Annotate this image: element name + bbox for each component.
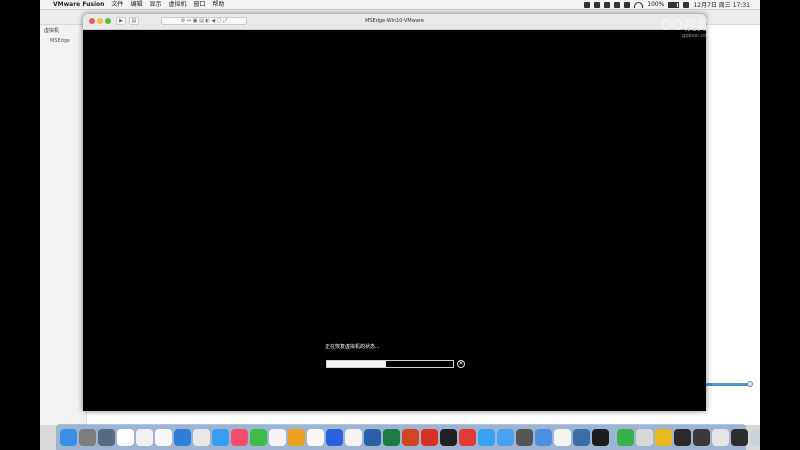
wifi-icon[interactable]	[634, 1, 644, 8]
launchpad-icon[interactable]	[98, 428, 115, 446]
menu-bar: VMware Fusion 文件 编辑 显示 虚拟机 窗口 帮助 100% 12…	[40, 0, 760, 10]
excel-icon[interactable]	[383, 428, 400, 446]
desktop-screen: VMware Fusion 文件 编辑 显示 虚拟机 窗口 帮助 100% 12…	[40, 0, 760, 450]
music-icon[interactable]	[231, 428, 248, 446]
watermark-text: OO视频	[661, 18, 712, 34]
menu-clock[interactable]: 12月7日 周三 17:31	[693, 0, 750, 9]
cloud-icon[interactable]	[345, 428, 362, 446]
menu-vm[interactable]: 虚拟机	[168, 0, 186, 9]
cancel-restore-button[interactable]: ✕	[457, 360, 465, 368]
restore-progress-bar	[326, 360, 454, 368]
safari-icon[interactable]	[174, 428, 191, 446]
battery-icon[interactable]	[668, 1, 680, 8]
restore-progress-fill	[327, 361, 387, 367]
preview-icon[interactable]	[712, 428, 729, 446]
calendar-icon[interactable]	[117, 428, 134, 446]
menu-window[interactable]: 窗口	[193, 0, 205, 9]
vm-display[interactable]: 正在恢复虚拟机的状态... ✕	[83, 30, 706, 411]
video-watermark: OO视频 gpbosi.com	[661, 15, 711, 39]
vpn-icon[interactable]	[307, 428, 324, 446]
finder-icon[interactable]	[60, 428, 77, 446]
menu-help[interactable]: 帮助	[213, 0, 225, 9]
notes-icon[interactable]	[136, 428, 153, 446]
app-name-menu[interactable]: VMware Fusion	[53, 0, 104, 9]
keynote-icon[interactable]	[655, 428, 672, 446]
status-icon[interactable]	[594, 1, 601, 8]
menu-bar-right: 100% 12月7日 周三 17:31	[584, 0, 750, 9]
screenshot-icon[interactable]	[693, 428, 710, 446]
compass-icon[interactable]	[497, 428, 514, 446]
menu-view[interactable]: 显示	[149, 0, 161, 9]
vmware-icon[interactable]	[573, 428, 590, 446]
menu-edit[interactable]: 编辑	[130, 0, 142, 9]
facetime-icon[interactable]	[617, 428, 634, 446]
powerpoint-icon[interactable]	[402, 428, 419, 446]
library-sidebar: 虚拟机 MSEdge	[40, 25, 87, 425]
baidu-icon[interactable]	[326, 428, 343, 446]
unity-icon[interactable]	[440, 428, 457, 446]
dock	[56, 424, 760, 450]
qq-icon[interactable]	[478, 428, 495, 446]
wps-icon[interactable]	[421, 428, 438, 446]
vm-window-title: MSEdge-Win10-VMware	[365, 18, 424, 24]
photos-icon[interactable]	[269, 428, 286, 446]
sidebar-header-vms[interactable]: 虚拟机	[40, 25, 86, 36]
obs-icon[interactable]	[674, 428, 691, 446]
sidebar-item-msedge[interactable]: MSEdge	[40, 36, 86, 46]
menu-file[interactable]: 文件	[111, 0, 123, 9]
chrome2-icon[interactable]	[459, 428, 476, 446]
status-icon[interactable]	[624, 1, 631, 8]
status-icon[interactable]	[584, 1, 591, 8]
input-method-icon[interactable]	[683, 1, 690, 8]
status-icon[interactable]	[614, 1, 621, 8]
terminal-icon[interactable]	[592, 428, 609, 446]
zoom-slider-knob[interactable]	[747, 381, 753, 387]
reminders-icon[interactable]	[155, 428, 172, 446]
display-icon[interactable]	[731, 428, 748, 446]
vm-window-titlebar: ▶ ▤ ⚙ ↔ ▣ ▤ ◐ ◀ ▢ ⤢ MSEdge-Win10-VMware	[83, 14, 706, 30]
zoom-slider[interactable]	[706, 383, 750, 386]
battery-percent: 100%	[647, 1, 665, 8]
close-icon: ✕	[458, 360, 464, 367]
wechat-icon[interactable]	[250, 428, 267, 446]
textedit-icon[interactable]	[535, 428, 552, 446]
restore-status-text: 正在恢复虚拟机的状态...	[325, 344, 380, 350]
chrome-icon[interactable]	[193, 428, 210, 446]
word-icon[interactable]	[364, 428, 381, 446]
trash-icon[interactable]	[750, 428, 760, 446]
pages-icon[interactable]	[288, 428, 305, 446]
status-icon[interactable]	[604, 1, 611, 8]
appstore-icon[interactable]	[212, 428, 229, 446]
system-preferences-icon[interactable]	[79, 428, 96, 446]
menu-bar-left: VMware Fusion 文件 编辑 显示 虚拟机 窗口 帮助	[46, 0, 225, 9]
script-icon[interactable]	[554, 428, 571, 446]
remote-icon[interactable]	[516, 428, 533, 446]
vm-window: ▶ ▤ ⚙ ↔ ▣ ▤ ◐ ◀ ▢ ⤢ MSEdge-Win10-VMware …	[83, 14, 706, 411]
folder-icon[interactable]	[636, 428, 653, 446]
